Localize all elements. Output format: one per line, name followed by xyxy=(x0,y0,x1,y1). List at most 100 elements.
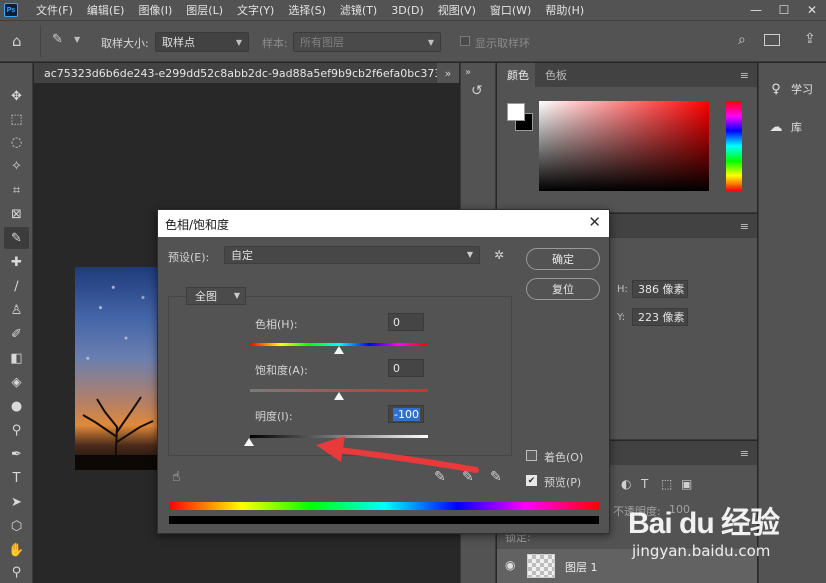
menu-window[interactable]: 窗口(W) xyxy=(490,2,531,18)
color-picker-field[interactable] xyxy=(539,101,709,191)
lightness-label: 明度(I): xyxy=(255,410,293,423)
search-icon[interactable]: ⌕ xyxy=(738,32,746,48)
type-tool-icon[interactable]: T xyxy=(4,467,29,489)
dialog-titlebar: 色相/饱和度 ✕ xyxy=(158,210,609,237)
photoshop-logo-icon: Ps xyxy=(4,3,18,17)
targeted-adjustment-hand-icon[interactable]: ☝ xyxy=(172,469,181,485)
paint-bucket-tool-icon[interactable]: ◈ xyxy=(4,371,29,393)
hue-slider-thumb[interactable] xyxy=(334,346,344,354)
channel-select[interactable]: 全图 ▼ xyxy=(186,287,246,305)
frame-tool-icon[interactable]: ⊠ xyxy=(4,203,29,225)
learn-button[interactable]: ♀ 学习 xyxy=(767,81,813,97)
move-tool-icon[interactable]: ✥ xyxy=(4,85,29,107)
lightness-value: -100 xyxy=(393,407,420,421)
menu-edit[interactable]: 编辑(E) xyxy=(87,2,125,18)
eyedropper-preset-icon[interactable]: ✎ xyxy=(52,32,63,47)
shape-tool-icon[interactable]: ⬡ xyxy=(4,515,29,537)
visibility-eye-icon[interactable]: ◉ xyxy=(505,558,515,572)
colorize-label: 着色(O) xyxy=(544,451,584,464)
maximize-button[interactable]: ☐ xyxy=(770,0,798,20)
show-ring-checkbox[interactable] xyxy=(460,36,470,46)
quick-select-tool-icon[interactable]: ✧ xyxy=(4,155,29,177)
chevron-down-icon: ▼ xyxy=(466,250,473,259)
eraser-tool-icon[interactable]: ◧ xyxy=(4,347,29,369)
eyedropper-tool-icon[interactable]: ✎ xyxy=(4,227,29,249)
pen-tool-icon[interactable]: ✒ xyxy=(4,443,29,465)
dialog-close-button[interactable]: ✕ xyxy=(588,213,601,231)
foreground-color-swatch[interactable] xyxy=(507,103,525,121)
home-icon[interactable]: ⌂ xyxy=(12,32,22,50)
reset-button[interactable]: 复位 xyxy=(526,278,600,300)
chevron-down-icon[interactable]: ▼ xyxy=(74,35,80,44)
dodge-tool-icon[interactable]: ⚲ xyxy=(4,419,29,441)
hue-value-field[interactable]: 0 xyxy=(388,313,424,331)
menu-image[interactable]: 图像(I) xyxy=(138,2,172,18)
eyedropper-icon[interactable]: ✎ xyxy=(434,469,446,485)
menu-view[interactable]: 视图(V) xyxy=(438,2,476,18)
eyedropper-minus-icon[interactable]: ✎ xyxy=(490,469,502,485)
lightness-slider-track[interactable] xyxy=(250,435,428,438)
cloud-library-icon: ☁ xyxy=(769,119,783,135)
panel-menu-icon[interactable]: ≡ xyxy=(740,447,749,460)
document-tab[interactable]: ac75323d6b6de243-e299dd52c8abb2dc-9ad88a… xyxy=(34,63,459,83)
dialog-title: 色相/饱和度 xyxy=(165,218,230,232)
filter-type-icon[interactable]: T xyxy=(641,477,648,491)
crop-tool-icon[interactable]: ⌗ xyxy=(4,179,29,201)
collapse-arrows-icon[interactable]: » xyxy=(465,67,471,78)
saturation-value-field[interactable]: 0 xyxy=(388,359,424,377)
output-color-bar xyxy=(169,516,599,524)
panel-menu-icon[interactable]: ≡ xyxy=(740,220,749,233)
zoom-tool-icon[interactable]: ⚲ xyxy=(4,561,29,583)
preset-select[interactable]: 自定 ▼ xyxy=(224,246,480,264)
filter-adjustment-icon[interactable]: ◐ xyxy=(621,477,631,491)
gear-icon[interactable]: ✲ xyxy=(494,248,504,262)
lightbulb-icon: ♀ xyxy=(771,81,781,97)
library-button[interactable]: ☁ 库 xyxy=(767,119,803,135)
hue-slider[interactable] xyxy=(726,101,742,191)
y-value-field[interactable]: 223 像素 xyxy=(632,308,688,326)
ok-button[interactable]: 确定 xyxy=(526,248,600,270)
layer-name[interactable]: 图层 1 xyxy=(565,559,598,575)
saturation-label: 饱和度(A): xyxy=(255,364,308,377)
blur-tool-icon[interactable]: ● xyxy=(4,395,29,417)
tab-overflow-icon[interactable]: » xyxy=(437,63,459,83)
marquee-tool-icon[interactable]: ⬚ xyxy=(4,108,29,130)
path-select-tool-icon[interactable]: ➤ xyxy=(4,491,29,513)
filter-smart-object-icon[interactable]: ▣ xyxy=(681,477,692,491)
menu-3d[interactable]: 3D(D) xyxy=(391,4,424,17)
history-brush-tool-icon[interactable]: ✐ xyxy=(4,323,29,345)
share-icon[interactable]: ⇪ xyxy=(804,31,816,47)
tree-silhouette xyxy=(75,396,160,470)
menu-help[interactable]: 帮助(H) xyxy=(545,2,584,18)
h-value-field[interactable]: 386 像素 xyxy=(632,280,688,298)
healing-brush-tool-icon[interactable]: ✚ xyxy=(4,251,29,273)
menu-layer[interactable]: 图层(L) xyxy=(186,2,223,18)
menu-type[interactable]: 文字(Y) xyxy=(237,2,274,18)
history-icon[interactable]: ↺ xyxy=(471,83,483,99)
filter-shape-icon[interactable]: ⬚ xyxy=(661,477,672,491)
preview-checkbox[interactable]: ✔ xyxy=(526,475,537,486)
menu-select[interactable]: 选择(S) xyxy=(288,2,326,18)
eyedropper-plus-icon[interactable]: ✎ xyxy=(462,469,474,485)
hand-tool-icon[interactable]: ✋ xyxy=(4,539,29,561)
clone-stamp-tool-icon[interactable]: ♙ xyxy=(4,299,29,321)
colorize-checkbox[interactable] xyxy=(526,450,537,461)
tab-color[interactable]: 颜色 xyxy=(497,63,539,87)
lightness-slider-thumb[interactable] xyxy=(244,438,254,446)
brush-tool-icon[interactable]: ∕ xyxy=(4,275,29,297)
panel-menu-icon[interactable]: ≡ xyxy=(740,69,749,82)
menu-file[interactable]: 文件(F) xyxy=(36,2,73,18)
sample-select[interactable]: 所有图层 ▼ xyxy=(293,32,441,52)
minimize-button[interactable]: — xyxy=(742,0,770,20)
close-window-button[interactable]: ✕ xyxy=(798,0,826,20)
tab-swatches[interactable]: 色板 xyxy=(535,63,577,87)
hue-value: 0 xyxy=(393,315,400,329)
workspace-icon[interactable] xyxy=(764,34,780,46)
menu-filter[interactable]: 滤镜(T) xyxy=(340,2,377,18)
learn-label: 学习 xyxy=(791,83,813,96)
sample-size-select[interactable]: 取样点 ▼ xyxy=(155,32,249,52)
lasso-tool-icon[interactable]: ◌ xyxy=(4,131,29,153)
baidu-watermark: Bai du 经验 jingyan.baidu.com xyxy=(628,498,818,578)
lightness-value-field[interactable]: -100 xyxy=(388,405,424,423)
saturation-slider-thumb[interactable] xyxy=(334,392,344,400)
